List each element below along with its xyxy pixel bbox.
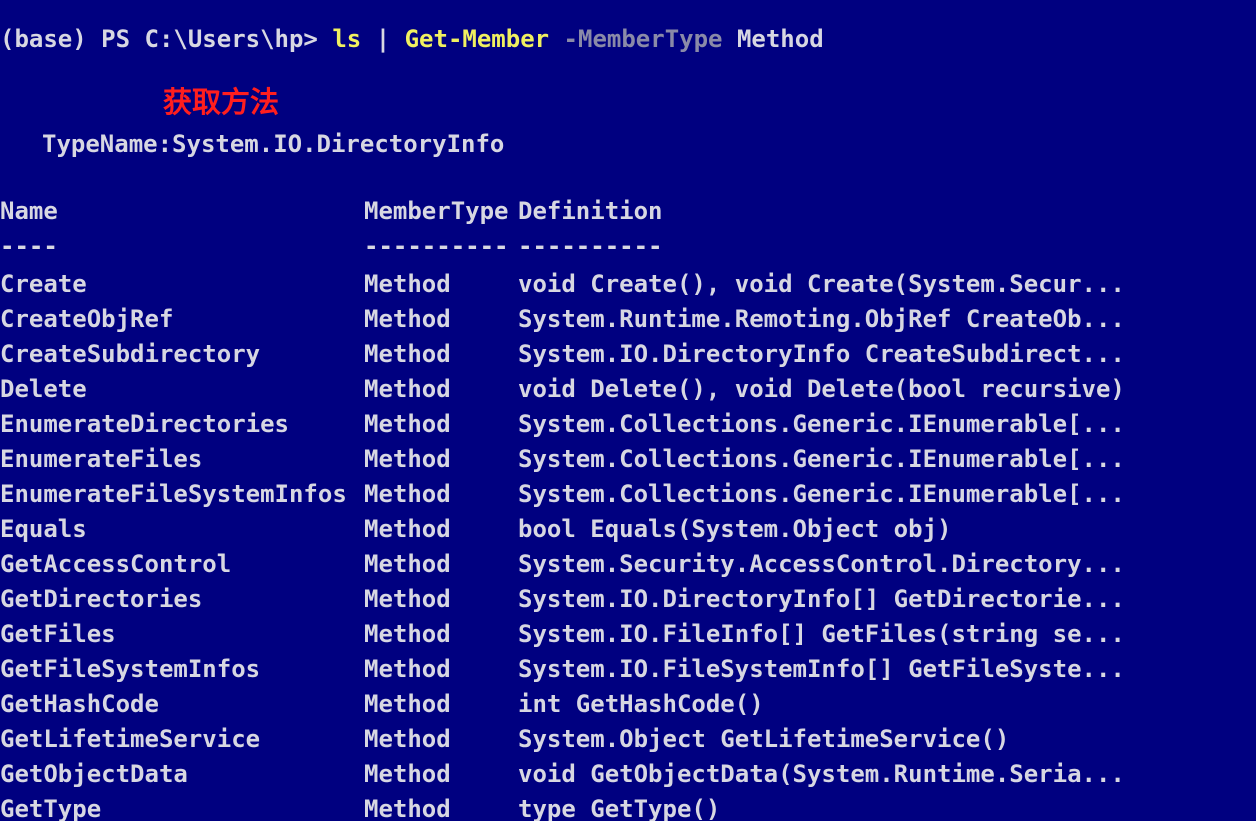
header-name: Name xyxy=(0,197,58,225)
row-name: GetFiles xyxy=(0,620,116,648)
row-definition: System.IO.FileInfo[] GetFiles(string se.… xyxy=(518,620,1125,648)
row-member-type: Method xyxy=(364,340,451,368)
row-definition: bool Equals(System.Object obj) xyxy=(518,515,952,543)
table-body: Create Method void Create(), void Create(S… xyxy=(0,267,1256,821)
row-name: GetObjectData xyxy=(0,760,188,788)
row-definition: System.Runtime.Remoting.ObjRef CreateOb.… xyxy=(518,305,1125,333)
pipe-symbol: | xyxy=(361,25,405,53)
parameter-membertype: -MemberType xyxy=(549,25,723,53)
row-name: Delete xyxy=(0,375,87,403)
row-member-type: Method xyxy=(364,515,451,543)
separator-member-type: ---------- xyxy=(364,232,509,260)
separator-name: ---- xyxy=(0,232,58,260)
row-definition: void GetObjectData(System.Runtime.Seria.… xyxy=(518,760,1125,788)
row-member-type: Method xyxy=(364,725,451,753)
row-definition: System.Security.AccessControl.Directory.… xyxy=(518,550,1125,578)
row-name: GetDirectories xyxy=(0,585,203,613)
row-name: GetHashCode xyxy=(0,690,159,718)
row-member-type: Method xyxy=(364,480,451,508)
table-row: Create Method void Create(), void Create(S… xyxy=(0,267,1256,302)
row-definition: System.Collections.Generic.IEnumerable[.… xyxy=(518,410,1125,438)
row-member-type: Method xyxy=(364,585,451,613)
typename-line: TypeName:System.IO.DirectoryInfo xyxy=(42,130,505,158)
table-row: GetObjectData Method void GetObjectData(Sy… xyxy=(0,757,1256,792)
row-definition: type GetType() xyxy=(518,795,721,821)
row-definition: void Delete(), void Delete(bool recursiv… xyxy=(518,375,1125,403)
table-row: Delete Method void Delete(), void Delete(b… xyxy=(0,372,1256,407)
row-member-type: Method xyxy=(364,375,451,403)
row-definition: System.IO.DirectoryInfo CreateSubdirect.… xyxy=(518,340,1125,368)
table-row: CreateSubdirectory Method System.IO.Direct… xyxy=(0,337,1256,372)
cmdlet-get-member: Get-Member xyxy=(404,25,550,53)
parameter-argument: Method xyxy=(722,25,824,53)
row-name: GetType xyxy=(0,795,102,821)
row-name: Create xyxy=(0,270,87,298)
row-name: GetAccessControl xyxy=(0,550,232,578)
row-definition: System.IO.DirectoryInfo[] GetDirectorie.… xyxy=(518,585,1125,613)
row-definition: System.Collections.Generic.IEnumerable[.… xyxy=(518,480,1125,508)
row-name: CreateObjRef xyxy=(0,305,174,333)
row-member-type: Method xyxy=(364,655,451,683)
row-definition: System.Collections.Generic.IEnumerable[.… xyxy=(518,445,1125,473)
row-member-type: Method xyxy=(364,410,451,438)
annotation-label: 获取方法 xyxy=(163,85,280,119)
row-definition: System.IO.FileSystemInfo[] GetFileSyste.… xyxy=(518,655,1125,683)
row-member-type: Method xyxy=(364,690,451,718)
row-name: GetLifetimeService xyxy=(0,725,261,753)
command-ls: ls xyxy=(332,25,362,53)
row-definition: System.Object GetLifetimeService() xyxy=(518,725,1010,753)
row-name: GetFileSystemInfos xyxy=(0,655,261,683)
row-name: EnumerateFiles xyxy=(0,445,203,473)
header-member-type: MemberType xyxy=(364,197,509,225)
row-definition: void Create(), void Create(System.Secur.… xyxy=(518,270,1125,298)
row-member-type: Method xyxy=(364,550,451,578)
row-member-type: Method xyxy=(364,270,451,298)
table-row: GetFiles Method System.IO.FileInfo[] GetFi… xyxy=(0,617,1256,652)
table-row: EnumerateDirectories Method System.Collect… xyxy=(0,407,1256,442)
header-definition: Definition xyxy=(518,197,663,225)
table-row: Equals Method bool Equals(System.Object ob… xyxy=(0,512,1256,547)
table-row: GetAccessControl Method System.Security.Ac… xyxy=(0,547,1256,582)
command-prompt-line: (base) PS C:\Users\hp> ls | Get-Member -… xyxy=(0,22,824,57)
table-row: GetHashCode Method int GetHashCode() xyxy=(0,687,1256,722)
table-row: GetFileSystemInfos Method System.IO.FileSy… xyxy=(0,652,1256,687)
row-name: Equals xyxy=(0,515,87,543)
row-member-type: Method xyxy=(364,305,451,333)
row-name: EnumerateFileSystemInfos xyxy=(0,480,347,508)
table-row: EnumerateFileSystemInfos Method System.Col… xyxy=(0,477,1256,512)
table-row: GetDirectories Method System.IO.DirectoryI… xyxy=(0,582,1256,617)
table-row: CreateObjRef Method System.Runtime.Remotin… xyxy=(0,302,1256,337)
table-row: GetLifetimeService Method System.Object Ge… xyxy=(0,722,1256,757)
separator-definition: ---------- xyxy=(518,232,663,260)
row-name: EnumerateDirectories xyxy=(0,410,289,438)
table-row: GetType Method type GetType() xyxy=(0,792,1256,821)
row-member-type: Method xyxy=(364,760,451,788)
prompt-prefix: (base) PS C:\Users\hp> xyxy=(0,25,333,53)
row-name: CreateSubdirectory xyxy=(0,340,261,368)
row-definition: int GetHashCode() xyxy=(518,690,764,718)
table-row: EnumerateFiles Method System.Collections.G… xyxy=(0,442,1256,477)
row-member-type: Method xyxy=(364,620,451,648)
row-member-type: Method xyxy=(364,445,451,473)
row-member-type: Method xyxy=(364,795,451,821)
